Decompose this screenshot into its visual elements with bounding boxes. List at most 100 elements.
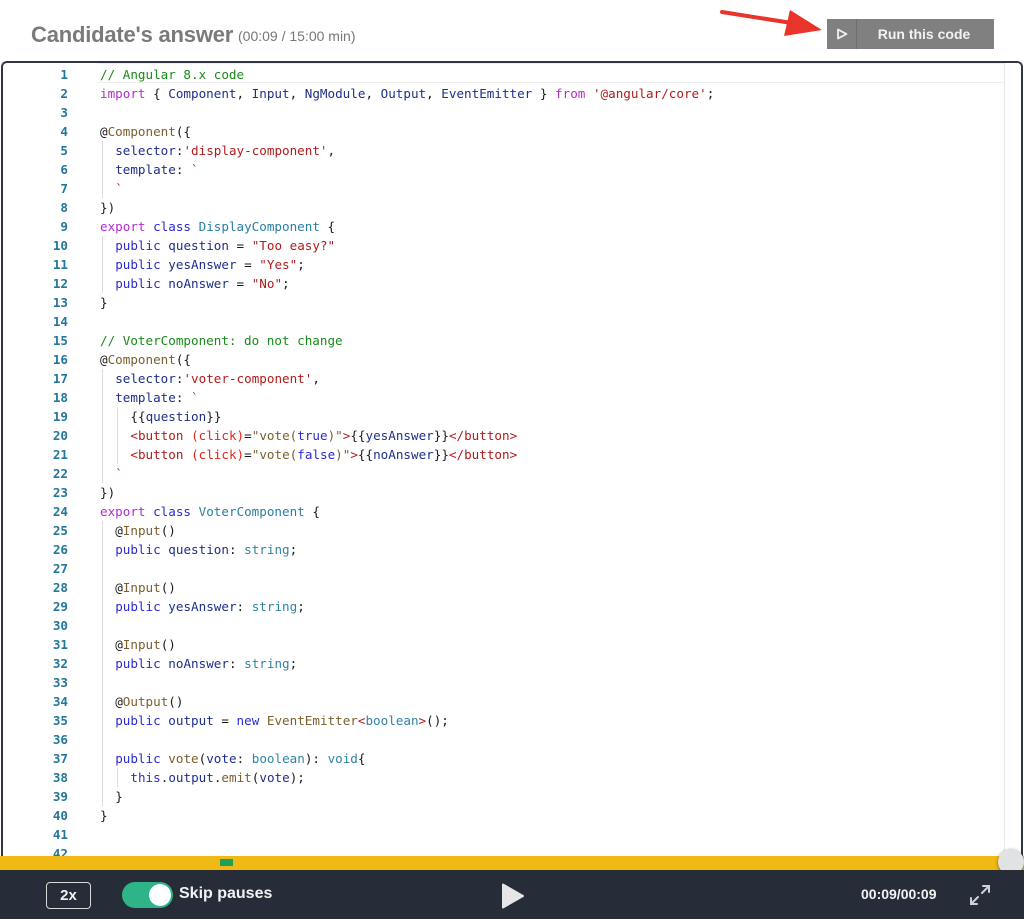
code-token: ); [289, 770, 305, 785]
code-token: DisplayComponent [198, 219, 320, 234]
code-text: import { Component, Input, NgModule, Out… [100, 84, 714, 103]
code-text: @Component({ [100, 350, 191, 369]
code-token: boolean [365, 713, 419, 728]
code-line: 14 [3, 312, 1003, 331]
code-token: @ [115, 637, 123, 652]
code-token: }) [100, 485, 116, 500]
code-text: @Output() [115, 692, 183, 711]
elapsed-time: (00:09 / 15:00 min) [238, 28, 356, 44]
code-text: }) [100, 198, 115, 217]
code-token: ` [191, 390, 199, 405]
code-token: this [130, 770, 161, 785]
line-number: 26 [52, 542, 68, 557]
run-code-button[interactable]: Run this code [827, 19, 994, 49]
code-token: Output [122, 694, 169, 709]
code-line: 17 selector:'voter-component', [3, 369, 1003, 388]
header: Candidate's answer (00:09 / 15:00 min) R… [0, 0, 1024, 60]
code-token: public [115, 751, 161, 766]
code-token: public [115, 713, 161, 728]
code-token: Component [107, 352, 176, 367]
line-number: 13 [52, 295, 68, 310]
code-token: public [115, 257, 161, 272]
line-number: 36 [52, 732, 68, 747]
code-token: {{ [350, 428, 366, 443]
indent-guide [102, 274, 103, 293]
code-token: export [100, 504, 146, 519]
code-token: selector [115, 143, 176, 158]
code-token: VoterComponent [198, 504, 305, 519]
code-token: </button> [448, 447, 518, 462]
code-token: { [357, 751, 366, 766]
code-token: yesAnswer [168, 257, 237, 272]
code-token: } [100, 295, 108, 310]
vertical-scrollbar[interactable] [1004, 63, 1021, 861]
line-number: 12 [52, 276, 68, 291]
code-token: ({ [175, 124, 192, 139]
code-token: } [532, 86, 556, 101]
code-token: : [228, 542, 245, 557]
expand-icon[interactable] [968, 883, 992, 907]
code-line: 22 ` [3, 464, 1003, 483]
skip-pauses-label: Skip pauses [179, 885, 273, 902]
line-number: 15 [52, 333, 68, 348]
indent-guide [117, 445, 119, 464]
code-token: Input [122, 523, 161, 538]
code-editor[interactable]: 1 // Angular 8.x code 2 import { Component,… [1, 61, 1023, 861]
code-token: '@angular/core' [592, 86, 707, 101]
code-token: EventEmitter [266, 713, 358, 728]
line-number: 27 [52, 561, 68, 576]
code-token: ` [115, 181, 123, 196]
play-icon[interactable] [500, 883, 526, 909]
line-number: 3 [60, 105, 68, 120]
code-token: (click) [191, 447, 245, 462]
indent-guide [102, 540, 103, 559]
code-line: 32 public noAnswer: string; [3, 654, 1003, 673]
code-token: , [365, 86, 381, 101]
code-text: selector:'voter-component', [115, 369, 320, 388]
code-line: 38 this.output.emit(vote); [3, 768, 1003, 787]
code-token: yesAnswer [168, 599, 237, 614]
code-token: @ [115, 523, 123, 538]
line-number: 20 [52, 428, 68, 443]
line-number: 6 [60, 162, 68, 177]
code-line: 19 {{question}} [3, 407, 1003, 426]
code-line: 8}) [3, 198, 1003, 217]
code-token: @ [115, 580, 123, 595]
code-line: 16 @Component({ [3, 350, 1003, 369]
line-number: 18 [52, 390, 68, 405]
code-token: <button [130, 447, 184, 462]
code-line: 37 public vote(vote: boolean): void{ [3, 749, 1003, 768]
line-number: 41 [52, 827, 68, 842]
code-token: : [236, 599, 252, 614]
line-number: 33 [52, 675, 68, 690]
code-text: ` [115, 464, 123, 483]
playback-timeline[interactable] [0, 856, 1024, 870]
code-token: } [100, 808, 108, 823]
code-token: : [175, 390, 192, 405]
timeline-event-marker[interactable] [220, 859, 233, 866]
code-token: : [236, 751, 252, 766]
indent-guide [102, 426, 103, 445]
code-line: 10 public question = "Too easy?" [3, 236, 1003, 255]
indent-guide [102, 141, 103, 160]
playback-speed-button[interactable]: 2x [46, 882, 91, 909]
code-token: = [244, 428, 252, 443]
code-token: template [115, 162, 176, 177]
code-token: () [160, 637, 176, 652]
indent-guide [102, 407, 103, 426]
code-line: 6 template: ` [3, 160, 1003, 179]
code-line: 21 <button (click)="vote(false)">{{noAnsw… [3, 445, 1003, 464]
toggle-knob [149, 884, 171, 906]
code-token: question [168, 238, 229, 253]
line-number: 32 [52, 656, 68, 671]
skip-pauses-toggle[interactable] [122, 882, 173, 908]
code-line: 36 [3, 730, 1003, 749]
code-token: , [289, 86, 305, 101]
code-token: }} [433, 428, 449, 443]
line-number: 7 [60, 181, 68, 196]
code-token: string [244, 542, 290, 557]
code-text: public yesAnswer: string; [115, 597, 305, 616]
